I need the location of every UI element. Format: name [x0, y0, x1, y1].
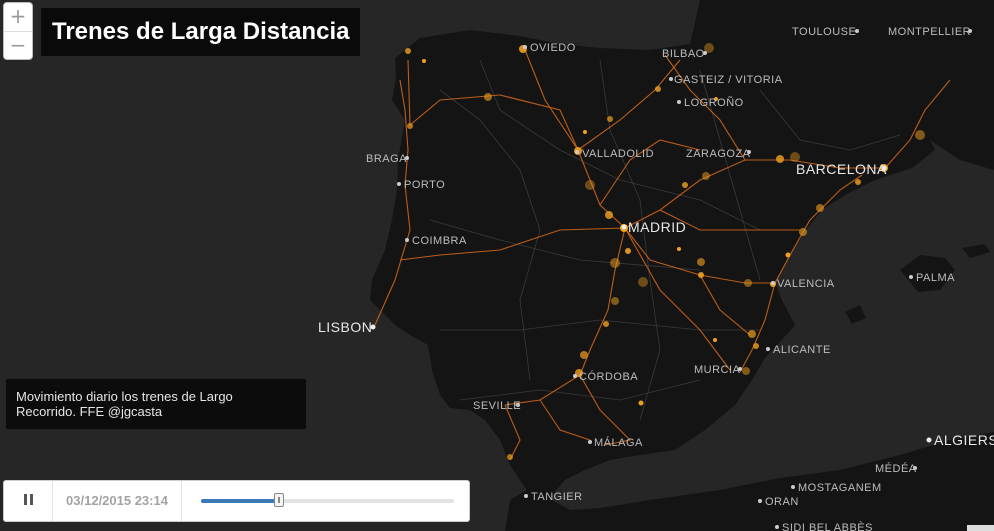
time-slider-fill — [201, 499, 280, 503]
svg-text:MOSTAGANEM: MOSTAGANEM — [798, 482, 882, 494]
city-oviedo: OVIEDO — [523, 42, 576, 54]
map-caption: Movimiento diario los trenes de Largo Rec… — [6, 379, 306, 429]
city-logrono: LOGROÑO — [677, 96, 744, 109]
city-seville: SEVILLE — [473, 400, 521, 412]
city-lisbon: LISBON — [318, 319, 376, 335]
svg-text:SEVILLE: SEVILLE — [473, 400, 521, 412]
svg-text:MÉDÉA: MÉDÉA — [875, 462, 917, 475]
map-canvas[interactable]: OVIEDO BILBAO GASTEIZ / VITORIA LOGROÑO … — [0, 0, 994, 531]
city-bilbao: BILBAO — [662, 48, 707, 60]
city-palma: PALMA — [909, 272, 955, 284]
city-murcia: MURCIA — [694, 364, 742, 376]
svg-text:BRAGA: BRAGA — [366, 153, 407, 165]
svg-text:VALENCIA: VALENCIA — [777, 278, 835, 290]
svg-text:COIMBRA: COIMBRA — [412, 235, 467, 247]
time-slider[interactable] — [201, 493, 454, 507]
city-vitoria: GASTEIZ / VITORIA — [669, 74, 783, 86]
city-oran: ORAN — [758, 496, 799, 508]
zoom-in-button[interactable]: + — [4, 3, 32, 31]
city-madrid: MADRID — [621, 219, 686, 235]
svg-text:TOULOUSE: TOULOUSE — [792, 26, 856, 38]
svg-text:SIDI BEL ABBÈS: SIDI BEL ABBÈS — [782, 521, 873, 531]
city-sidi-bel-abbes: SIDI BEL ABBÈS — [775, 521, 873, 531]
zoom-control: + − — [3, 2, 33, 60]
city-valencia: VALENCIA — [771, 278, 835, 290]
city-porto: PORTO — [397, 179, 445, 191]
svg-text:ALGIERS: ALGIERS — [934, 432, 994, 448]
svg-text:BARCELONA: BARCELONA — [796, 161, 887, 177]
city-valladolid: VALLADOLID — [575, 148, 654, 160]
city-medea: MÉDÉA — [875, 462, 917, 475]
svg-text:GASTEIZ / VITORIA: GASTEIZ / VITORIA — [674, 74, 783, 86]
city-cordoba: CÓRDOBA — [573, 370, 638, 383]
svg-text:VALLADOLID: VALLADOLID — [582, 148, 654, 160]
svg-text:TANGIER: TANGIER — [531, 491, 583, 503]
svg-text:LOGROÑO: LOGROÑO — [684, 96, 744, 109]
pause-button[interactable] — [4, 481, 53, 521]
svg-text:CÓRDOBA: CÓRDOBA — [579, 370, 638, 383]
svg-text:PORTO: PORTO — [404, 179, 445, 191]
city-braga: BRAGA — [366, 153, 409, 165]
city-tangier: TANGIER — [524, 491, 583, 503]
svg-text:MONTPELLIER: MONTPELLIER — [888, 26, 971, 38]
city-montpellier: MONTPELLIER — [888, 26, 972, 38]
svg-text:LISBON: LISBON — [318, 319, 372, 335]
city-toulouse: TOULOUSE — [792, 26, 859, 38]
city-mostaganem: MOSTAGANEM — [791, 482, 882, 494]
svg-text:MADRID: MADRID — [628, 219, 686, 235]
time-slider-handle[interactable] — [274, 493, 285, 507]
zoom-out-button[interactable]: − — [4, 31, 32, 60]
time-player: 03/12/2015 23:14 — [3, 480, 470, 522]
svg-text:MURCIA: MURCIA — [694, 364, 741, 376]
pause-icon — [22, 492, 34, 510]
svg-text:MÁLAGA: MÁLAGA — [594, 436, 643, 449]
attribution-corner[interactable] — [967, 525, 994, 531]
city-algiers: ALGIERS — [926, 432, 994, 448]
svg-text:ALICANTE: ALICANTE — [773, 344, 831, 356]
svg-text:ORAN: ORAN — [765, 496, 799, 508]
current-datetime: 03/12/2015 23:14 — [53, 481, 182, 521]
city-malaga: MÁLAGA — [588, 436, 643, 449]
city-barcelona: BARCELONA — [796, 161, 887, 177]
map-title: Trenes de Larga Distancia — [41, 8, 361, 56]
svg-text:BILBAO: BILBAO — [662, 48, 705, 60]
svg-text:OVIEDO: OVIEDO — [530, 42, 576, 54]
city-zaragoza: ZARAGOZA — [686, 148, 751, 160]
city-coimbra: COIMBRA — [405, 235, 467, 247]
svg-text:ZARAGOZA: ZARAGOZA — [686, 148, 751, 160]
city-alicante: ALICANTE — [766, 344, 831, 356]
svg-text:PALMA: PALMA — [916, 272, 955, 284]
